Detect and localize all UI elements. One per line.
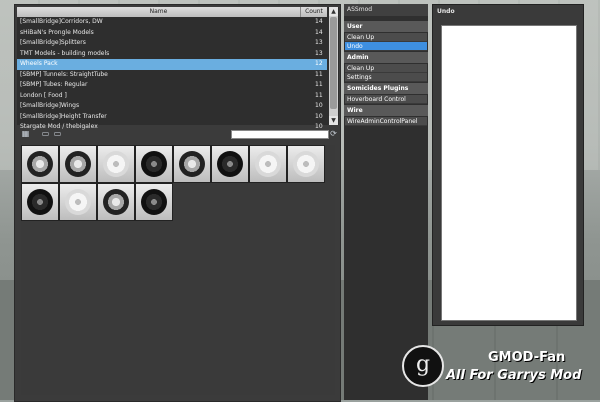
row-name: TMT Models - building models	[20, 49, 110, 57]
wheel-icon	[141, 189, 167, 215]
table-rows: [SmallBridge]Corridors, DW 14 sHiBaN's Pr…	[17, 17, 327, 133]
row-name: [SBMP] Tunnels: StraightTube	[20, 70, 108, 78]
panel-title: ASSmod	[344, 4, 428, 16]
category-somicides-plugins[interactable]: Somicides Plugins	[344, 83, 428, 94]
model-tile[interactable]	[249, 145, 287, 183]
row-name: [SBMP] Tubes: Regular	[20, 81, 88, 88]
folder-icon[interactable]: ▭	[41, 129, 50, 138]
watermark-line-1: GMOD-Fan	[488, 350, 566, 365]
model-tile[interactable]	[287, 145, 325, 183]
model-tile[interactable]	[135, 145, 173, 183]
table-row[interactable]: [SmallBridge]Wings 10	[17, 101, 327, 112]
row-name: Wheels Pack	[20, 60, 58, 67]
search-go-icon[interactable]: ⟳	[329, 129, 338, 138]
gmod-logo: g	[402, 345, 444, 387]
menu-item-wire-admin-control-panel[interactable]: WireAdminControlPanel	[345, 117, 427, 126]
model-tile[interactable]	[59, 183, 97, 221]
table-row[interactable]: [SmallBridge]Height Transfer 10	[17, 112, 327, 123]
undo-panel: Undo	[432, 4, 584, 326]
model-icon-grid	[21, 145, 335, 395]
model-tile[interactable]	[21, 145, 59, 183]
row-count: 13	[315, 49, 323, 57]
wheel-icon	[141, 151, 167, 177]
row-count: 11	[315, 81, 323, 88]
category-wire[interactable]: Wire	[344, 105, 428, 116]
spawn-menu-panel: Name Count [SmallBridge]Corridors, DW 14 …	[14, 4, 341, 402]
wheel-icon	[103, 151, 129, 177]
model-tile[interactable]	[97, 183, 135, 221]
category-admin[interactable]: Admin	[344, 52, 428, 63]
wheel-icon	[65, 189, 91, 215]
assmod-panel: ASSmod User Clean Up Undo Admin Clean Up…	[344, 4, 428, 400]
list-scrollbar[interactable]: ▲ ▼	[329, 7, 338, 125]
model-tile[interactable]	[173, 145, 211, 183]
model-tile[interactable]	[97, 145, 135, 183]
spawnlist-toolbar: ▦ ▭ ▭ ⟳	[17, 127, 339, 141]
scroll-up-icon[interactable]: ▲	[329, 7, 338, 16]
row-count: 10	[315, 102, 323, 109]
scroll-thumb[interactable]	[330, 17, 337, 109]
menu-item-settings[interactable]: Settings	[345, 73, 427, 82]
grid-view-icon[interactable]: ▦	[21, 129, 30, 138]
row-name: [SmallBridge]Height Transfer	[20, 112, 107, 120]
table-row[interactable]: [SmallBridge]Corridors, DW 14	[17, 17, 327, 28]
table-row[interactable]: TMT Models - building models 13	[17, 49, 327, 60]
row-name: sHiBaN's Prongle Models	[20, 28, 94, 36]
wheel-icon	[217, 151, 243, 177]
wheel-icon	[255, 151, 281, 177]
table-row[interactable]: London [ Food ] 11	[17, 91, 327, 102]
undo-list[interactable]	[441, 25, 577, 321]
table-row[interactable]: sHiBaN's Prongle Models 14	[17, 28, 327, 39]
row-count: 14	[315, 28, 323, 36]
column-header-count[interactable]: Count	[301, 7, 327, 17]
column-header-name[interactable]: Name	[17, 7, 301, 17]
table-row[interactable]: [SBMP] Tubes: Regular 11	[17, 80, 327, 91]
model-tile[interactable]	[59, 145, 97, 183]
spawnlist-table: Name Count [SmallBridge]Corridors, DW 14 …	[17, 7, 339, 130]
scroll-down-icon[interactable]: ▼	[329, 116, 338, 125]
wheel-icon	[179, 151, 205, 177]
model-tile[interactable]	[135, 183, 173, 221]
row-count: 11	[315, 91, 323, 99]
row-count: 13	[315, 39, 323, 46]
row-count: 14	[315, 18, 323, 25]
search-input[interactable]	[231, 130, 329, 139]
wheel-icon	[293, 151, 319, 177]
row-count: 10	[315, 112, 323, 120]
table-header: Name Count	[17, 7, 327, 17]
table-row[interactable]: [SBMP] Tunnels: StraightTube 11	[17, 70, 327, 81]
table-row-selected[interactable]: Wheels Pack 12	[17, 59, 327, 70]
wheel-icon	[27, 189, 53, 215]
model-tile[interactable]	[211, 145, 249, 183]
model-tile[interactable]	[21, 183, 59, 221]
table-row[interactable]: [SmallBridge]Splitters 13	[17, 38, 327, 49]
undo-title: Undo	[437, 8, 455, 15]
row-name: London [ Food ]	[20, 91, 67, 99]
category-user[interactable]: User	[344, 21, 428, 32]
menu-item-admin-clean-up[interactable]: Clean Up	[345, 64, 427, 73]
row-name: [SmallBridge]Wings	[20, 102, 80, 109]
watermark-line-2: All For Garrys Mod	[446, 368, 582, 383]
row-count: 11	[315, 70, 323, 78]
menu-item-undo[interactable]: Undo	[345, 42, 427, 51]
folder-icon[interactable]: ▭	[53, 129, 62, 138]
wheel-icon	[103, 189, 129, 215]
wheel-icon	[65, 151, 91, 177]
menu-item-clean-up[interactable]: Clean Up	[345, 33, 427, 42]
menu-item-hoverboard-control[interactable]: Hoverboard Control	[345, 95, 427, 104]
row-name: [SmallBridge]Corridors, DW	[20, 18, 103, 25]
row-name: [SmallBridge]Splitters	[20, 39, 86, 46]
row-count: 12	[315, 60, 323, 67]
wheel-icon	[27, 151, 53, 177]
